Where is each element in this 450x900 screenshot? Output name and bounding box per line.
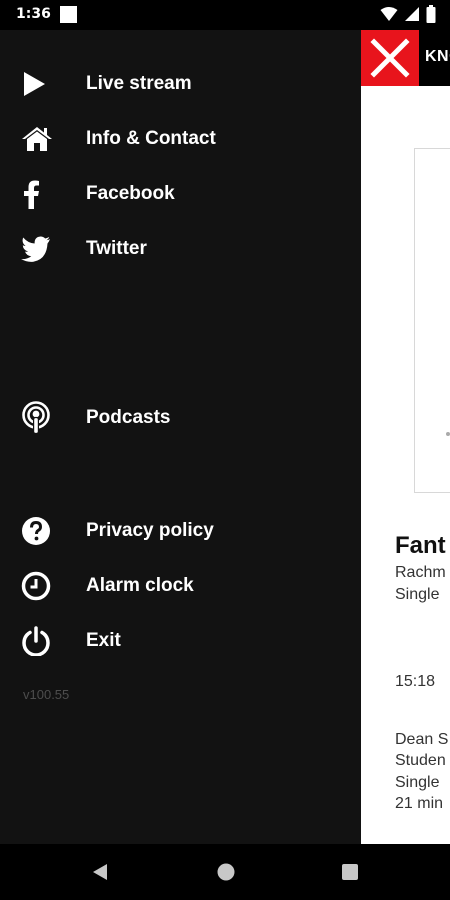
status-icons	[380, 5, 436, 23]
alarm-clock-icon	[0, 561, 86, 611]
status-time: 1:36	[16, 6, 51, 22]
signal-icon	[405, 7, 419, 21]
menu-item-privacy-policy[interactable]: Privacy policy	[0, 506, 361, 556]
navigation-drawer: Live stream Info & Contact Facebook Twit…	[0, 30, 361, 844]
menu-item-podcasts[interactable]: Podcasts	[0, 393, 361, 443]
home-button[interactable]	[216, 862, 236, 882]
menu-item-facebook[interactable]: Facebook	[0, 169, 361, 219]
track-title: Fant	[395, 532, 446, 559]
menu-label: Privacy policy	[86, 520, 214, 541]
track-type: Single	[395, 586, 440, 603]
home-icon	[0, 114, 86, 164]
station-name: KNO	[425, 48, 450, 65]
menu-item-twitter[interactable]: Twitter	[0, 224, 361, 274]
battery-icon	[426, 5, 436, 23]
menu-label: Twitter	[86, 238, 147, 259]
power-icon	[0, 616, 86, 666]
menu-label: Facebook	[86, 183, 175, 204]
notification-square-icon	[60, 6, 77, 23]
album-art	[414, 148, 450, 493]
facebook-icon	[0, 169, 86, 219]
close-button[interactable]	[361, 30, 419, 86]
menu-label: Live stream	[86, 73, 192, 94]
version-label: v100.55	[23, 687, 70, 702]
menu-item-alarm-clock[interactable]: Alarm clock	[0, 561, 361, 611]
back-button[interactable]	[90, 862, 110, 882]
menu-label: Podcasts	[86, 407, 171, 428]
podcast-icon	[0, 393, 86, 443]
status-bar: 1:36	[0, 0, 450, 30]
recents-button[interactable]	[340, 862, 360, 882]
next-line-1: Dean S	[395, 731, 449, 748]
close-icon	[370, 38, 410, 78]
album-art-mark	[446, 432, 450, 436]
menu-label: Exit	[86, 630, 121, 651]
menu-item-info-contact[interactable]: Info & Contact	[0, 114, 361, 164]
main-panel: KNO Fant Rachm Single 15:18 Dean S Stude…	[361, 30, 450, 844]
next-line-3: Single	[395, 774, 440, 791]
play-icon	[0, 59, 86, 109]
next-time: 15:18	[395, 673, 436, 690]
menu-label: Info & Contact	[86, 128, 216, 149]
wifi-icon	[380, 7, 398, 21]
track-artist: Rachm	[395, 564, 446, 581]
menu-item-exit[interactable]: Exit	[0, 616, 361, 666]
system-nav-bar	[0, 844, 450, 900]
next-line-2: Studen	[395, 752, 446, 769]
twitter-icon	[0, 224, 86, 274]
main-header: KNO	[361, 30, 450, 86]
menu-label: Alarm clock	[86, 575, 194, 596]
menu-item-live-stream[interactable]: Live stream	[0, 59, 361, 109]
help-icon	[0, 506, 86, 556]
next-line-4: 21 min	[395, 795, 444, 812]
